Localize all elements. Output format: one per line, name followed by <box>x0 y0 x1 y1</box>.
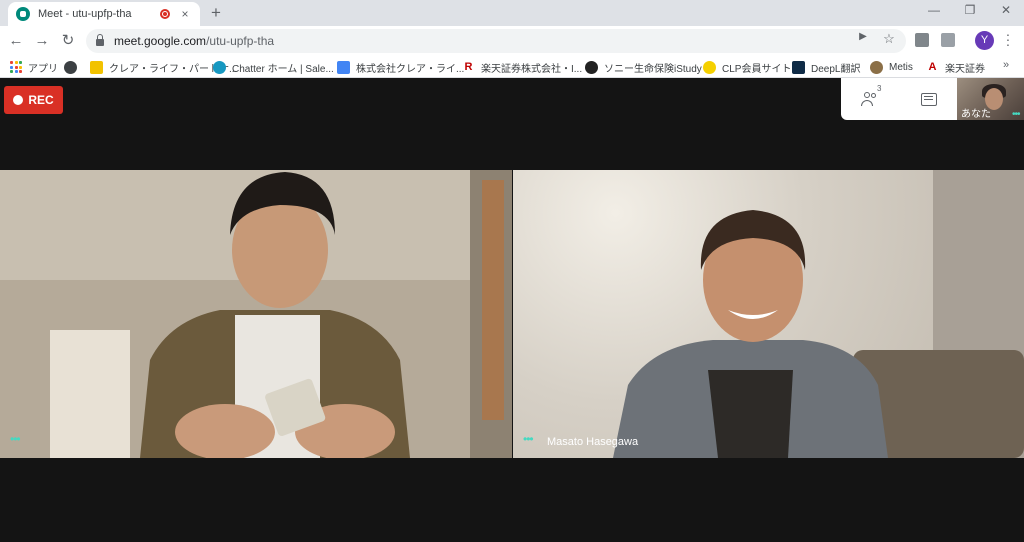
meet-stage: REC 3 あなた ••• ••• ••• Masato Hasegawa <box>0 78 1024 542</box>
bookmark-label: 株式会社クレア・ライ... <box>356 63 465 75</box>
tab-title: Meet - utu-upfp-tha <box>38 8 132 20</box>
bookmark-label: 楽天証券株式会社・I... <box>481 63 583 75</box>
bookmark-apps[interactable]: アプリ <box>10 59 58 75</box>
participant-video-tile[interactable]: ••• Masato Hasegawa <box>513 170 1024 458</box>
forward-button[interactable]: → <box>32 31 52 51</box>
bookmark-star-icon[interactable]: ☆ <box>880 31 898 47</box>
reload-button[interactable]: ↻ <box>58 31 78 51</box>
recording-indicator-icon <box>160 9 170 19</box>
audio-indicator-icon: ••• <box>10 432 21 446</box>
chat-button[interactable] <box>915 86 943 112</box>
bookmark-chatter[interactable]: Chatter ホーム | Sale... <box>213 59 334 75</box>
deepl-icon <box>792 60 805 74</box>
audio-indicator-icon: ••• <box>523 432 534 446</box>
tab-strip: Meet - utu-upfp-tha × + — ❐ ✕ <box>0 0 1024 26</box>
bookmark-rakuten-sec[interactable]: A 楽天証券 <box>926 59 985 75</box>
bookmark-label: ソニー生命保険iStudy <box>604 63 702 75</box>
self-label: あなた <box>961 109 991 120</box>
address-bar[interactable]: meet.google.com/utu-upfp-tha <box>86 29 906 53</box>
participant-video-tile[interactable]: ••• <box>0 170 512 458</box>
record-dot-icon <box>13 95 24 105</box>
maximize-button[interactable]: ❐ <box>958 3 982 17</box>
bookmark-label: DeepL翻訳 <box>811 63 861 75</box>
crea-icon <box>90 60 103 74</box>
bookmark-label: アプリ <box>28 63 58 75</box>
bookmark-metis[interactable]: Metis <box>870 59 913 75</box>
chat-icon <box>921 92 937 106</box>
back-button[interactable]: ← <box>6 31 26 51</box>
recording-label: REC <box>28 93 54 107</box>
sony-icon <box>585 60 598 74</box>
rakuten-sec-icon: A <box>928 60 937 73</box>
participant-video-frame <box>0 170 512 458</box>
participant-name: Masato Hasegawa <box>547 436 639 448</box>
meet-favicon-icon <box>16 7 30 21</box>
bookmark-globe[interactable] <box>64 59 83 75</box>
browser-tab[interactable]: Meet - utu-upfp-tha × <box>8 2 200 26</box>
bookmark-calendar[interactable]: 株式会社クレア・ライ... <box>337 59 464 75</box>
lock-icon <box>96 34 104 46</box>
participant-count: 3 <box>877 84 882 93</box>
people-icon <box>861 92 881 106</box>
clp-icon <box>703 60 716 74</box>
browser-menu-icon[interactable]: · · · <box>1003 27 1013 51</box>
bookmarks-overflow-button[interactable]: » <box>1003 59 1009 71</box>
bookmark-deepl[interactable]: DeepL翻訳 <box>792 59 860 75</box>
url-host: meet.google.com <box>114 34 207 48</box>
new-tab-button[interactable]: + <box>206 3 226 23</box>
camera-in-use-icon[interactable]: ▶ <box>854 31 872 42</box>
bookmark-clp[interactable]: CLP会員サイト <box>703 59 791 75</box>
recording-button[interactable]: REC <box>4 86 63 114</box>
minimize-button[interactable]: — <box>922 3 946 17</box>
extension-send-icon[interactable] <box>915 33 929 47</box>
bookmark-label: Metis <box>889 61 913 73</box>
browser-toolbar: ← → ↻ meet.google.com/utu-upfp-tha ▶ ☆ Y… <box>0 26 1024 56</box>
bookmark-sony[interactable]: ソニー生命保険iStudy <box>585 59 702 75</box>
tab-close-icon[interactable]: × <box>178 7 192 21</box>
rakuten-icon: R <box>464 60 473 73</box>
url-path: /utu-upfp-tha <box>206 34 275 48</box>
bookmarks-bar: アプリ クレア・ライフ・パートナ... Chatter ホーム | Sale..… <box>0 56 1024 78</box>
close-window-button[interactable]: ✕ <box>994 3 1018 17</box>
calendar-icon <box>337 60 350 74</box>
salesforce-icon <box>213 60 226 74</box>
bookmark-label: Chatter ホーム | Sale... <box>232 63 334 75</box>
extension-mail-icon[interactable] <box>941 33 955 47</box>
bookmark-label: 楽天証券 <box>945 63 985 75</box>
profile-avatar[interactable]: Y <box>975 31 994 50</box>
bookmark-label: CLP会員サイト <box>722 63 792 75</box>
self-view-thumbnail[interactable]: あなた ••• <box>957 78 1024 120</box>
apps-icon <box>10 61 22 73</box>
globe-icon <box>64 60 77 74</box>
participant-video-frame <box>613 170 1024 458</box>
metis-icon <box>870 60 883 74</box>
bookmark-rakuten[interactable]: R 楽天証券株式会社・I... <box>462 59 583 75</box>
audio-indicator-icon: ••• <box>1012 109 1020 120</box>
